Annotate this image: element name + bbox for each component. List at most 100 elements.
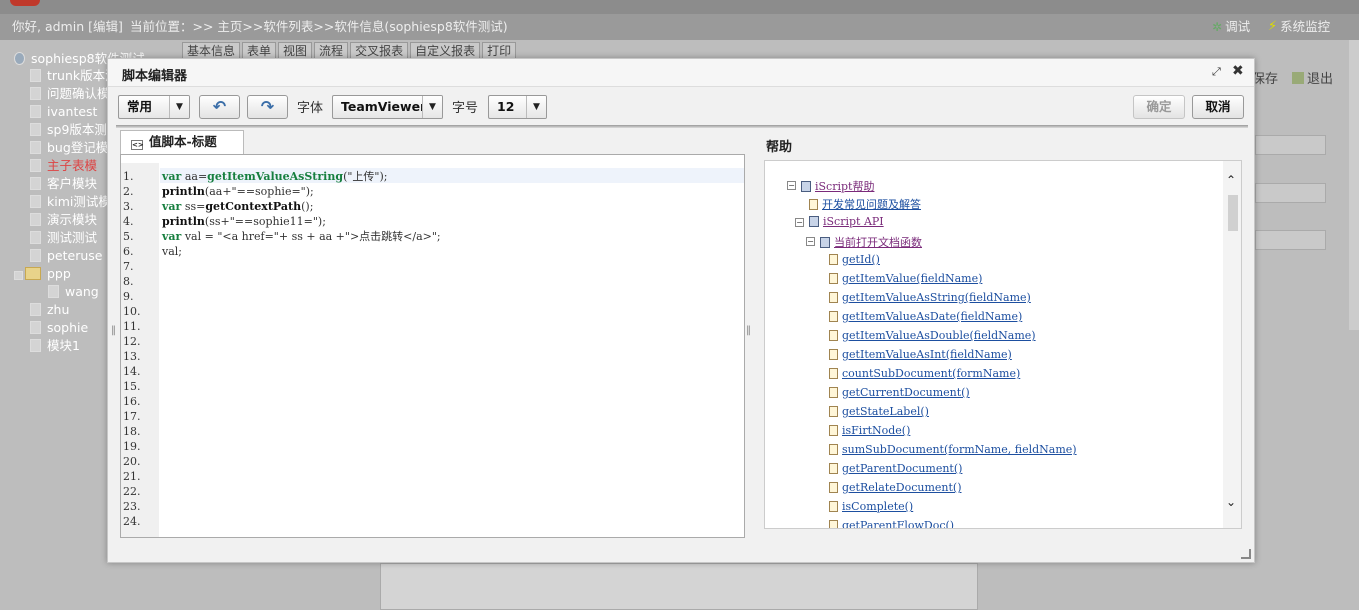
background-scrollbar[interactable] xyxy=(1349,40,1359,330)
tree-item[interactable]: wang xyxy=(48,283,99,301)
help-function-node[interactable]: getStateLabel() xyxy=(829,405,929,418)
font-select[interactable]: TeamViewer ▼ xyxy=(332,95,443,119)
redo-icon: ↷ xyxy=(260,97,275,116)
dropdown-arrow-icon: ▼ xyxy=(422,96,442,118)
resize-grip-icon[interactable] xyxy=(1241,549,1251,559)
page-icon xyxy=(829,273,838,284)
page-icon xyxy=(829,501,838,512)
help-function-node[interactable]: getItemValueAsInt(fieldName) xyxy=(829,348,1012,361)
tree-item[interactable]: 测试测试 xyxy=(30,229,97,247)
page-icon xyxy=(829,482,838,493)
help-function-node[interactable]: getParentFlowDoc() xyxy=(829,519,954,528)
save-link[interactable]: 保存 xyxy=(1252,68,1278,87)
tree-item[interactable]: 演示模块 xyxy=(30,211,97,229)
help-faq-node[interactable]: 开发常见问题及解答 xyxy=(809,196,921,212)
top-banner xyxy=(0,0,1359,14)
book-icon xyxy=(820,237,830,248)
tree-item[interactable]: 模块1 xyxy=(30,337,80,355)
page-icon xyxy=(829,387,838,398)
scroll-up-icon[interactable]: ⌃ xyxy=(1226,173,1236,187)
help-function-node[interactable]: isFirtNode() xyxy=(829,424,910,437)
script-editor-dialog: 脚本编辑器 ⤢ ✖ 常用 ▼ ↶ ↷ 字体 TeamViewer ▼ 字号 12 ▼ … xyxy=(107,58,1255,563)
tree-item[interactable]: peteruse xyxy=(30,247,102,265)
book-icon xyxy=(809,216,819,227)
collapse-toggle-icon[interactable]: − xyxy=(787,181,796,190)
help-scrollbar[interactable]: ⌃ ⌄ xyxy=(1223,161,1241,528)
tree-item[interactable]: 问题确认模 xyxy=(30,85,110,103)
help-current-doc-node[interactable]: 当前打开文档函数 xyxy=(820,234,922,250)
splitter-handle[interactable]: ‖ xyxy=(746,325,751,336)
tree-item[interactable]: 客户模块 xyxy=(30,175,97,193)
background-textarea xyxy=(380,563,978,610)
help-root-node[interactable]: iScript帮助 xyxy=(801,178,874,194)
maximize-icon[interactable]: ⤢ xyxy=(1212,65,1221,79)
lightning-icon: ⚡ xyxy=(1268,19,1278,34)
tree-item[interactable]: trunk版本测 xyxy=(30,67,118,85)
page-icon xyxy=(829,254,838,265)
size-select[interactable]: 12 ▼ xyxy=(488,95,547,119)
page-icon xyxy=(829,425,838,436)
dropdown-arrow-icon: ▼ xyxy=(526,96,546,118)
cancel-button[interactable]: 取消 xyxy=(1192,95,1244,119)
redo-button[interactable]: ↷ xyxy=(247,95,288,119)
undo-icon: ↶ xyxy=(212,97,227,116)
help-function-node[interactable]: getItemValueAsDouble(fieldName) xyxy=(829,329,1036,342)
user-greeting[interactable]: 你好, admin [编辑] xyxy=(12,14,123,40)
help-function-node[interactable]: getCurrentDocument() xyxy=(829,386,970,399)
help-function-node[interactable]: getParentDocument() xyxy=(829,462,962,475)
bug-icon: ✲ xyxy=(1212,20,1223,34)
page-icon xyxy=(829,406,838,417)
page-icon xyxy=(829,292,838,303)
code-editor[interactable]: 1. 2. 3. 4. 5. 6. 7. 8. 9. 10. 11. 12. 13. 14. 15. 16. 1… xyxy=(120,154,745,538)
code-line: val; xyxy=(162,245,182,258)
tree-item[interactable]: sp9版本测 xyxy=(30,121,107,139)
dropdown-arrow-icon: ▼ xyxy=(169,96,189,118)
code-line: var aa=getItemValueAsString("上传"); xyxy=(162,170,388,183)
help-function-node[interactable]: getItemValue(fieldName) xyxy=(829,272,982,285)
page-icon xyxy=(829,349,838,360)
tree-folder[interactable]: ppp xyxy=(14,265,71,283)
scroll-down-icon[interactable]: ⌄ xyxy=(1226,495,1236,509)
help-function-node[interactable]: countSubDocument(formName) xyxy=(829,367,1020,380)
editor-toolbar: 常用 ▼ ↶ ↷ 字体 TeamViewer ▼ 字号 12 ▼ 确定 取消 xyxy=(118,93,1246,123)
splitter-handle[interactable]: ‖ xyxy=(111,325,116,336)
tree-item[interactable]: sophie xyxy=(30,319,88,337)
toolbar-divider xyxy=(116,125,1248,128)
undo-button[interactable]: ↶ xyxy=(199,95,240,119)
page-icon xyxy=(829,463,838,474)
code-line: println(aa+"==sophie="); xyxy=(162,185,314,198)
line-numbers: 1. 2. 3. 4. 5. 6. 7. 8. 9. 10. 11. 12. 13. 14. 15. 16. 1… xyxy=(123,170,141,528)
tree-item[interactable]: ivantest xyxy=(30,103,97,121)
background-field xyxy=(1255,183,1326,203)
help-title: 帮助 xyxy=(766,140,793,155)
confirm-button[interactable]: 确定 xyxy=(1133,95,1185,119)
editor-tab[interactable]: <> 值脚本-标题 xyxy=(120,130,244,154)
category-select[interactable]: 常用 ▼ xyxy=(118,95,190,119)
help-api-node[interactable]: iScript API xyxy=(809,215,884,228)
help-function-node[interactable]: getItemValueAsString(fieldName) xyxy=(829,291,1031,304)
monitor-link[interactable]: ⚡ 系统监控 xyxy=(1268,14,1330,40)
page-icon xyxy=(829,311,838,322)
exit-link[interactable]: 退出 xyxy=(1292,68,1333,87)
breadcrumb: 当前位置：>> 主页>>软件列表>>软件信息(sophiesp8软件测试) xyxy=(130,19,508,34)
page-icon xyxy=(809,199,818,210)
tree-item[interactable]: zhu xyxy=(30,301,69,319)
help-function-node[interactable]: sumSubDocument(formName, fieldName) xyxy=(829,443,1077,456)
tree-item-selected[interactable]: 主子表模 xyxy=(30,157,97,175)
font-label: 字体 xyxy=(297,101,324,116)
code-line: var ss=getContextPath(); xyxy=(162,200,314,213)
logo xyxy=(10,0,40,6)
collapse-toggle-icon[interactable]: − xyxy=(806,237,815,246)
help-function-node[interactable]: isComplete() xyxy=(829,500,913,513)
tree-item[interactable]: kimi测试模 xyxy=(30,193,111,211)
tree-item[interactable]: bug登记模 xyxy=(30,139,108,157)
debug-link[interactable]: ✲ 调试 xyxy=(1212,14,1250,40)
dialog-titlebar[interactable]: 脚本编辑器 ⤢ ✖ xyxy=(108,59,1254,87)
help-function-node[interactable]: getId() xyxy=(829,253,880,266)
close-icon[interactable]: ✖ xyxy=(1232,63,1244,79)
collapse-toggle-icon[interactable]: − xyxy=(795,218,804,227)
help-function-node[interactable]: getRelateDocument() xyxy=(829,481,962,494)
help-function-node[interactable]: getItemValueAsDate(fieldName) xyxy=(829,310,1022,323)
page-icon xyxy=(829,444,838,455)
scroll-thumb[interactable] xyxy=(1228,195,1238,231)
